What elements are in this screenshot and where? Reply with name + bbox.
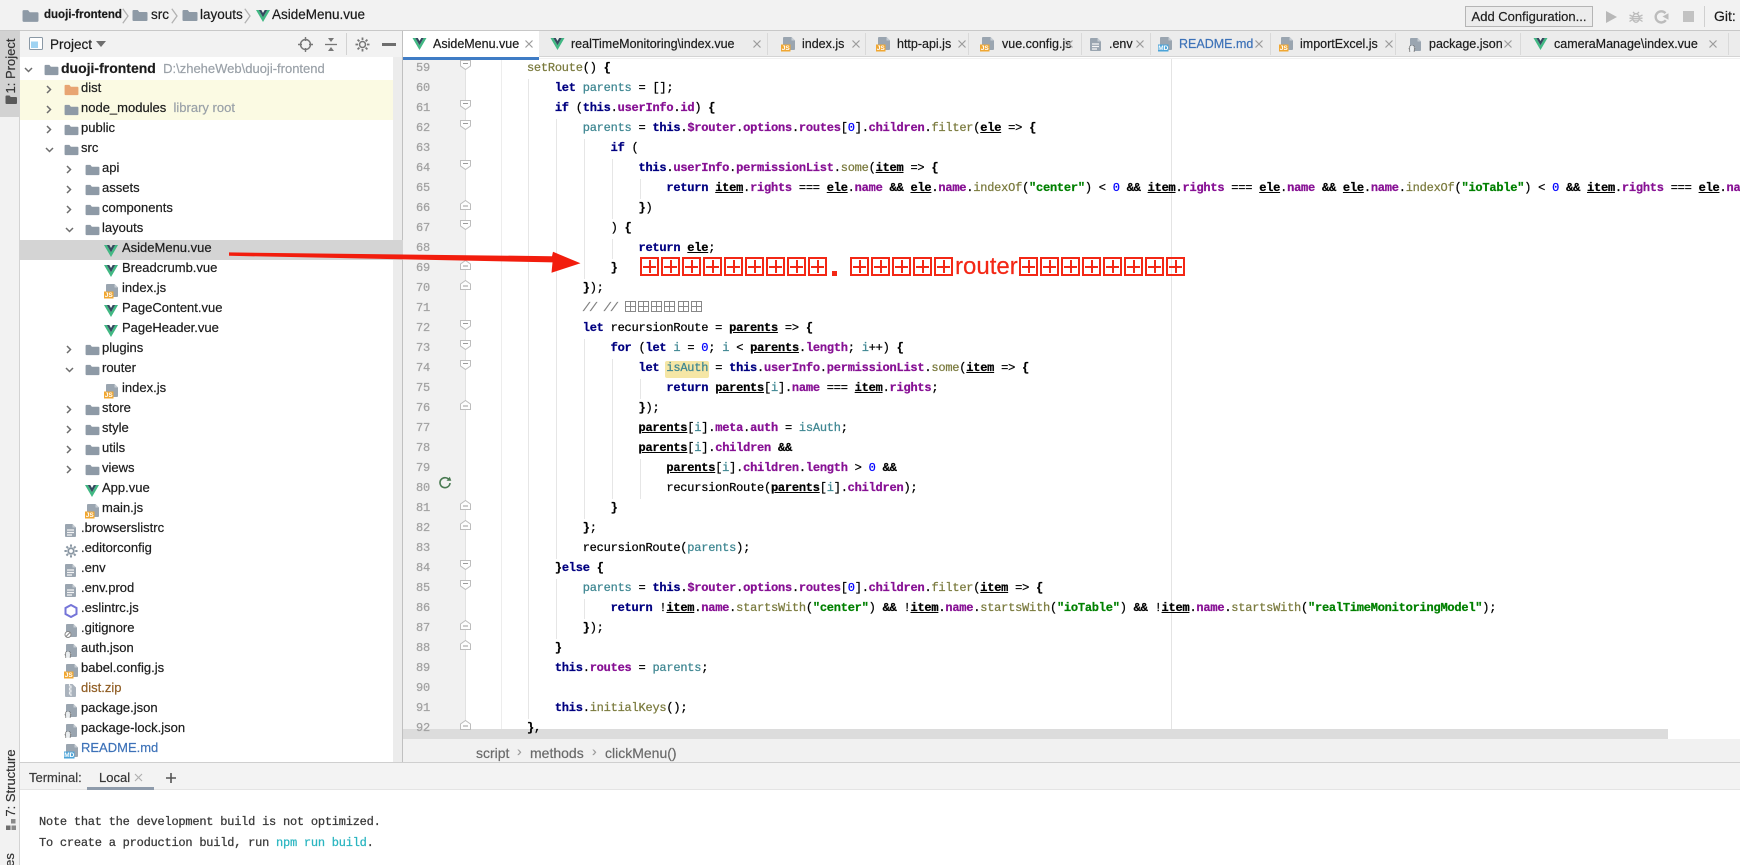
svg-text:JS: JS <box>86 512 95 519</box>
svg-text:MD: MD <box>64 752 74 759</box>
svg-text:JS: JS <box>981 45 990 52</box>
svg-text:JS: JS <box>65 672 74 679</box>
svg-text:JS: JS <box>782 45 791 52</box>
svg-text:JS: JS <box>105 292 114 299</box>
svg-text:JS: JS <box>105 392 114 399</box>
svg-text:MD: MD <box>1158 45 1168 52</box>
svg-text:{}: {} <box>1408 46 1416 52</box>
svg-text:{}: {} <box>64 652 72 658</box>
svg-text:{}: {} <box>64 712 72 718</box>
svg-text:JS: JS <box>877 45 886 52</box>
svg-text:{}: {} <box>64 732 72 738</box>
svg-text:JS: JS <box>1280 45 1289 52</box>
